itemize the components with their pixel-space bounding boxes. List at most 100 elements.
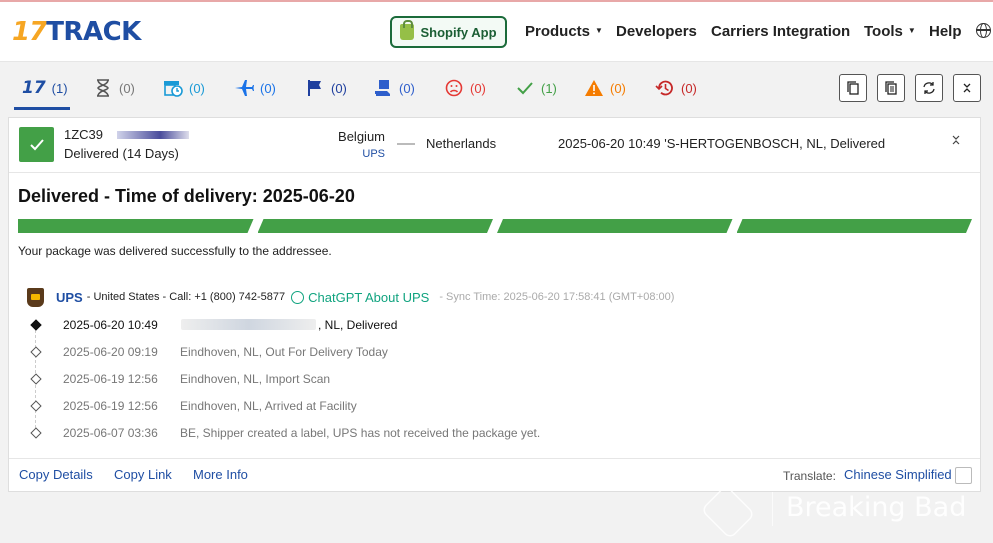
- event-description: Eindhoven, NL, Out For Delivery Today: [180, 345, 388, 359]
- event-description: Eindhoven, NL, Import Scan: [180, 372, 331, 386]
- chatgpt-label: ChatGPT About UPS: [308, 289, 430, 305]
- delivery-message: Your package was delivered successfully …: [18, 244, 332, 258]
- redacted-location-mask: [181, 319, 316, 330]
- tab-count: (0): [260, 80, 276, 96]
- tab-count: (0): [681, 80, 697, 96]
- watermark: Breaking Bad: [700, 484, 990, 540]
- more-info-link[interactable]: More Info: [193, 467, 248, 482]
- event-time: 2025-06-20 10:49: [63, 318, 158, 332]
- nav-products[interactable]: Products ▼: [525, 23, 603, 40]
- shopify-app-button[interactable]: Shopify App: [390, 16, 507, 48]
- watermark-text: Breaking Bad: [786, 492, 967, 523]
- history-icon: [655, 78, 675, 98]
- copy-button[interactable]: [839, 74, 867, 102]
- copy-list-button[interactable]: [877, 74, 905, 102]
- timeline-node-icon: [30, 373, 42, 385]
- shipment-summary-row[interactable]: 1ZC39 Delivered (14 Days) Belgium UPS Ne…: [9, 118, 980, 173]
- carrier-link[interactable]: UPS: [309, 148, 385, 160]
- shopify-app-label: Shopify App: [420, 24, 497, 40]
- nav-help[interactable]: Help: [929, 23, 962, 40]
- globe-icon[interactable]: [976, 23, 991, 38]
- route-arrow-icon: [397, 143, 415, 145]
- active-tab-indicator: [14, 107, 70, 110]
- nav-label: Help: [929, 23, 962, 40]
- nav-carriers-integration[interactable]: Carriers Integration: [711, 23, 850, 40]
- tab-undelivered[interactable]: (0): [444, 77, 486, 99]
- check-icon: [29, 138, 44, 150]
- timeline-node-icon: [30, 400, 42, 412]
- refresh-button[interactable]: [915, 74, 943, 102]
- shipment-card: 1ZC39 Delivered (14 Days) Belgium UPS Ne…: [8, 117, 981, 492]
- collapse-details-icon[interactable]: [951, 134, 961, 149]
- event-description: Eindhoven, NL, Arrived at Facility: [180, 399, 357, 413]
- ups-logo-icon: [27, 287, 44, 307]
- plane-icon: [234, 78, 254, 98]
- flag-icon: [305, 78, 325, 98]
- carrier-info-row: UPS - United States - Call: +1 (800) 742…: [27, 287, 674, 307]
- nav-label: Tools: [864, 23, 903, 40]
- tab-count: (1): [51, 80, 68, 96]
- tab-count: (0): [470, 80, 486, 96]
- destination-country: Netherlands: [426, 136, 497, 151]
- event-description: , NL, Delivered: [318, 318, 398, 332]
- site-logo[interactable]: 17 TRACK: [12, 17, 141, 47]
- translate-language-link[interactable]: Chinese Simplified: [844, 467, 952, 482]
- collapse-icon: [963, 83, 971, 93]
- collapse-all-button[interactable]: [953, 74, 981, 102]
- timeline-node-icon: [30, 427, 42, 439]
- chevron-down-icon: ▼: [595, 26, 603, 35]
- tab-count: (0): [119, 80, 135, 96]
- tracking-number[interactable]: 1ZC39: [64, 127, 103, 142]
- status-filter-tabs: 17 (1) (0) (0) (0) (0) (0) (0) (1) (0) (…: [0, 63, 993, 113]
- event-time: 2025-06-19 12:56: [63, 372, 158, 386]
- carrier-contact: - United States - Call: +1 (800) 742-587…: [86, 291, 286, 303]
- progress-segment: [737, 219, 973, 233]
- 17-logo-icon: 17: [22, 78, 46, 98]
- tab-pick-up[interactable]: (0): [305, 77, 347, 99]
- latest-event: 2025-06-20 10:49 'S-HERTOGENBOSCH, NL, D…: [558, 136, 886, 151]
- site-header: 17 TRACK Shopify App Products ▼ Developers…: [0, 2, 993, 62]
- copy-link-link[interactable]: Copy Link: [114, 467, 172, 482]
- nav-label: Products: [525, 23, 591, 40]
- origin-country: Belgium: [338, 129, 385, 144]
- tab-all[interactable]: 17 (1): [22, 77, 68, 99]
- tab-delivered[interactable]: (1): [515, 77, 557, 99]
- card-footer: Copy Details Copy Link More Info Transla…: [9, 458, 980, 491]
- refresh-icon: [923, 82, 935, 94]
- tab-info-received[interactable]: (0): [163, 77, 205, 99]
- delivery-progress-bar: [18, 219, 972, 233]
- event-description: BE, Shipper created a label, UPS has not…: [180, 426, 541, 440]
- shipment-status-text: Delivered (14 Days): [64, 146, 179, 161]
- warning-icon: [584, 78, 604, 98]
- tab-expired[interactable]: (0): [655, 77, 697, 99]
- tab-count: (0): [331, 80, 347, 96]
- check-icon: [515, 78, 535, 98]
- chatgpt-icon: [291, 290, 305, 304]
- watermark-logo-icon: [700, 484, 756, 540]
- progress-segment: [258, 219, 494, 233]
- nav-developers[interactable]: Developers: [616, 23, 697, 40]
- timeline-node-icon: [30, 319, 42, 331]
- copy-details-link[interactable]: Copy Details: [19, 467, 93, 482]
- carrier-name-link[interactable]: UPS: [56, 290, 83, 305]
- delivery-heading: Delivered - Time of delivery: 2025-06-20: [18, 186, 355, 206]
- tab-alert[interactable]: (0): [584, 77, 626, 99]
- translate-checkbox[interactable]: [955, 467, 972, 484]
- logo-mark: 17: [12, 17, 47, 47]
- chevron-down-icon: ▼: [907, 26, 916, 35]
- tab-out-for-delivery[interactable]: (0): [373, 77, 415, 99]
- tab-in-transit[interactable]: (0): [234, 77, 276, 99]
- progress-segment: [18, 219, 254, 233]
- truck-clock-icon: [163, 78, 183, 98]
- chatgpt-about-ups-link[interactable]: ChatGPT About UPS: [291, 290, 429, 305]
- watermark-divider: [772, 492, 773, 526]
- tab-count: (0): [399, 80, 415, 96]
- progress-segment: [497, 219, 733, 233]
- hourglass-icon: [93, 78, 113, 98]
- tab-not-found[interactable]: (0): [93, 77, 135, 99]
- timeline-node-icon: [30, 346, 42, 358]
- tab-count: (1): [541, 80, 557, 96]
- nav-label: Carriers Integration: [711, 23, 851, 40]
- delivery-icon: [373, 78, 393, 98]
- nav-tools[interactable]: Tools ▼: [864, 23, 916, 40]
